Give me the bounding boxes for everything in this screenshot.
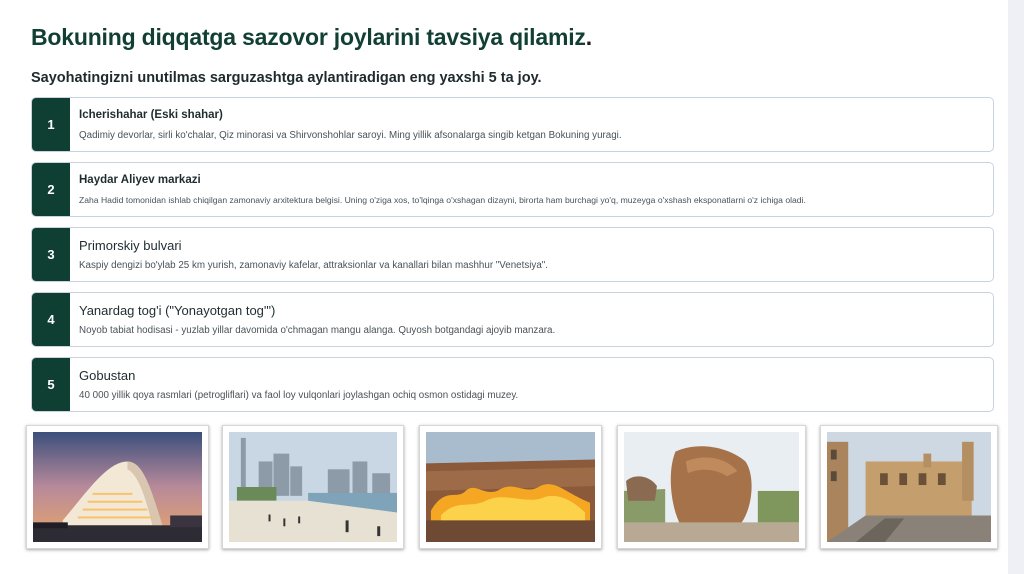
yanardag-image [426, 432, 595, 542]
place-title: Yanardag tog'i ("Yonayotgan tog'") [79, 303, 276, 318]
photo-heydar-aliyev-center [26, 425, 209, 549]
place-title: Primorskiy bulvari [79, 238, 182, 253]
boulevard-image [229, 432, 397, 542]
place-title: Gobustan [79, 368, 136, 383]
place-card-2: 2 Haydar Aliyev markazi Zaha Hadid tomon… [31, 162, 994, 217]
place-description: Zaha Hadid tomonidan ishlab chiqilgan za… [79, 195, 806, 205]
photo-icherisheher [820, 425, 998, 549]
places-list: 1 Icherishahar (Eski shahar) Qadimiy dev… [31, 97, 994, 422]
gobustan-image [624, 432, 799, 542]
place-description: Kaspiy dengizi bo'ylab 25 km yurish, zam… [79, 260, 548, 271]
place-card-5: 5 Gobustan 40 000 yillik qoya rasmlari (… [31, 357, 994, 412]
page-title: Bokuning diqqatga sazovor joylarini tavs… [31, 24, 592, 50]
place-card-3: 3 Primorskiy bulvari Kaspiy dengizi bo'y… [31, 227, 994, 282]
place-card-4: 4 Yanardag tog'i ("Yonayotgan tog'") Noy… [31, 292, 994, 347]
place-number: 1 [32, 98, 70, 151]
photo-yanardag [419, 425, 602, 549]
place-description: Qadimiy devorlar, sirli ko'chalar, Qiz m… [79, 130, 622, 141]
place-description: 40 000 yillik qoya rasmlari (petroglifla… [79, 390, 519, 401]
photo-gobustan [617, 425, 806, 549]
right-edge-bar [1008, 0, 1024, 574]
heydar-aliyev-center-image [33, 432, 202, 542]
place-number: 3 [32, 228, 70, 281]
place-card-1: 1 Icherishahar (Eski shahar) Qadimiy dev… [31, 97, 994, 152]
icherisheher-image [827, 432, 991, 542]
place-title: Icherishahar (Eski shahar) [79, 109, 223, 121]
place-number: 5 [32, 358, 70, 411]
place-number: 4 [32, 293, 70, 346]
place-description: Noyob tabiat hodisasi - yuzlab yillar da… [79, 325, 556, 336]
photo-gallery [26, 425, 998, 550]
page-subtitle: Sayohatingizni unutilmas sarguzashtga ay… [31, 70, 542, 86]
place-number: 2 [32, 163, 70, 216]
place-title: Haydar Aliyev markazi [79, 174, 201, 186]
photo-primorskiy-boulevard [222, 425, 404, 549]
